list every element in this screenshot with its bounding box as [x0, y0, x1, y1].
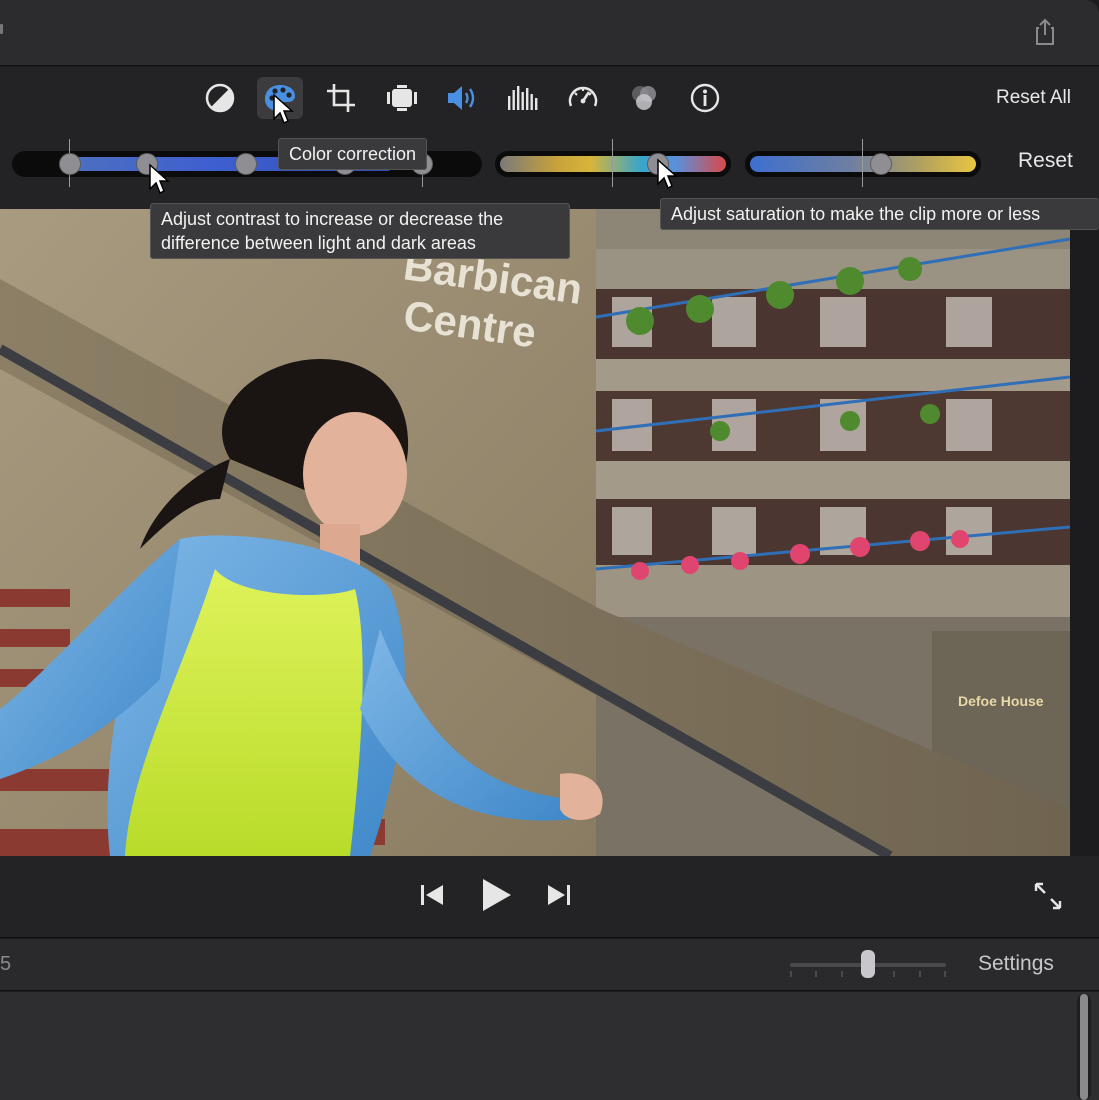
stabilization-button[interactable] — [379, 77, 425, 119]
equalizer-button[interactable] — [499, 77, 545, 119]
title-bar — [0, 0, 1099, 66]
fullscreen-icon — [1034, 882, 1062, 910]
timecode-display: 5 — [0, 953, 12, 975]
reset-all-button[interactable]: Reset All — [996, 87, 1071, 109]
color-balance-icon — [205, 83, 235, 113]
house-label: Defoe House — [958, 693, 1044, 709]
mouse-cursor-icon — [657, 158, 678, 190]
shadows-knob[interactable] — [59, 153, 81, 175]
speed-icon — [568, 86, 598, 107]
slider-tick — [612, 139, 613, 187]
video-frame: Barbican Centre Defoe House — [0, 209, 1070, 856]
volume-button[interactable] — [439, 77, 485, 119]
video-frame-image: Barbican Centre Defoe House — [0, 209, 1070, 856]
midtones-knob[interactable] — [235, 153, 257, 175]
timeline-area[interactable] — [0, 992, 1099, 1100]
stabilization-icon — [387, 85, 417, 111]
saturation-slider[interactable] — [495, 151, 731, 177]
volume-icon — [448, 86, 475, 110]
adjustments-toolbar: Reset All — [0, 67, 1099, 129]
skip-forward-icon — [548, 885, 570, 905]
contrast-tooltip: Adjust contrast to increase or decrease … — [150, 203, 570, 259]
temperature-slider[interactable] — [745, 151, 981, 177]
scrollbar-thumb[interactable] — [1080, 994, 1088, 1100]
skip-back-button[interactable] — [418, 880, 446, 910]
timeline-header: 5 Settings — [0, 939, 1099, 991]
play-icon — [483, 879, 511, 911]
slider-tick — [862, 139, 863, 187]
info-icon — [690, 83, 720, 113]
skip-back-icon — [421, 885, 443, 905]
color-balance-button[interactable] — [197, 77, 243, 119]
playback-controls — [0, 856, 1099, 938]
fullscreen-button[interactable] — [1030, 878, 1066, 914]
reset-button[interactable]: Reset — [1018, 149, 1073, 173]
skip-forward-button[interactable] — [545, 880, 573, 910]
share-button[interactable] — [1030, 16, 1060, 48]
tool-tooltip: Color correction — [278, 138, 428, 170]
timeline-zoom-knob[interactable] — [861, 950, 875, 978]
timeline-scrollbar[interactable] — [1077, 994, 1091, 1100]
temperature-knob[interactable] — [870, 153, 893, 175]
crop-icon — [327, 84, 355, 112]
noise-reduction-equalizer-icon — [508, 86, 538, 110]
video-viewer[interactable]: Barbican Centre Defoe House — [0, 209, 1099, 856]
mouse-cursor-icon — [273, 93, 294, 125]
crop-button[interactable] — [318, 77, 364, 119]
saturation-tooltip: Adjust saturation to make the clip more … — [660, 198, 1099, 230]
settings-button[interactable]: Settings — [978, 952, 1054, 976]
play-button[interactable] — [478, 876, 514, 914]
mouse-cursor-icon — [149, 163, 170, 195]
window-edge-mark — [0, 24, 3, 34]
clip-filter-button[interactable] — [621, 77, 667, 119]
clip-filter-icon — [632, 86, 656, 110]
clip-info-button[interactable] — [682, 77, 728, 119]
speed-button[interactable] — [560, 77, 606, 119]
share-icon — [1036, 18, 1054, 45]
